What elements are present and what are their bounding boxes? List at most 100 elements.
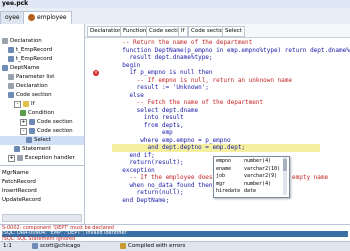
code-line[interactable]: result := 'Unknown';: [115, 84, 209, 92]
tree-item[interactable]: Code section: [0, 91, 84, 100]
tab-strip: oyee employee: [0, 8, 350, 25]
title-bar: yee.pck: [0, 0, 350, 8]
tree-item[interactable]: DeptName: [0, 64, 84, 73]
autocomplete-item[interactable]: mgr number(4): [214, 181, 282, 189]
condition-icon: [20, 109, 26, 116]
tree-item[interactable]: Condition: [0, 109, 84, 118]
if-icon: [23, 100, 29, 107]
program-unit-item[interactable]: InsertRecord: [0, 187, 37, 196]
tree-item[interactable]: - If: [0, 100, 84, 109]
tree-item-label: t_EmpRecord: [16, 56, 53, 62]
code-comment-line[interactable]: -- If empno is null, return an unknown n…: [115, 77, 292, 85]
tree-item-label: Select: [34, 137, 51, 143]
window-title: yee.pck: [2, 0, 29, 7]
column-type: number(4): [244, 158, 272, 164]
tree-item-label: Parameter list: [16, 74, 55, 80]
scroll-thumb[interactable]: [283, 159, 287, 171]
panel-divider: [0, 165, 84, 166]
column-name: job: [216, 173, 226, 180]
tab-label: employee: [37, 14, 67, 21]
column-name: hiredate: [216, 188, 241, 195]
code-line[interactable]: function DeptName(p_empno in emp.empno%t…: [115, 47, 350, 55]
tree-item[interactable]: Statement: [0, 145, 84, 154]
folder-icon: [2, 37, 8, 44]
code-line[interactable]: return(result);: [115, 159, 183, 167]
tree-item[interactable]: + Exception handler: [0, 154, 84, 163]
code-line[interactable]: begin: [115, 62, 140, 70]
code-outline-tree[interactable]: Declaration t_EmpRecord t_EmpRecord DeptNam…: [0, 24, 85, 224]
code-line[interactable]: if p_empno is null then: [115, 69, 212, 77]
editor-breadcrumb-toolbar: Declaration Function Code section If Code se…: [85, 24, 350, 38]
collapse-icon[interactable]: -: [20, 128, 27, 135]
code-line[interactable]: and dept.deptno = emp.dept;: [112, 144, 320, 152]
breadcrumb-button-5[interactable]: Select: [222, 26, 245, 37]
code-line[interactable]: end DeptName;: [115, 197, 169, 205]
tree-item[interactable]: Declaration: [0, 82, 84, 91]
code-line[interactable]: into result: [115, 114, 184, 122]
column-type: date: [244, 188, 257, 195]
list-icon: [8, 73, 14, 80]
column-type: varchar2(10): [244, 165, 281, 172]
outline-horizontal-scrollbar[interactable]: [2, 214, 82, 222]
package-icon: [28, 14, 35, 21]
collapse-icon[interactable]: -: [14, 101, 21, 108]
tree-item[interactable]: Select: [0, 136, 84, 145]
code-line[interactable]: from depts,: [115, 122, 184, 130]
program-unit-item[interactable]: FetchRecord: [0, 178, 36, 187]
tree-item-label: Declaration: [10, 38, 42, 44]
tree-item-label: Code section: [37, 128, 73, 134]
tree-item[interactable]: t_EmpRecord: [0, 46, 84, 55]
type-icon: [8, 55, 14, 62]
compile-warning-icon: [120, 242, 126, 249]
connection-label: scott@chicago: [40, 243, 81, 249]
tab-employee[interactable]: employee: [23, 11, 72, 24]
type-icon: [8, 46, 14, 53]
code-comment-line[interactable]: -- Return the name of the department: [115, 39, 252, 47]
code-line[interactable]: result dept.dname%type;: [115, 54, 212, 62]
expand-icon[interactable]: +: [8, 155, 15, 162]
handler-icon: [17, 154, 23, 161]
database-icon: [32, 242, 38, 249]
autocomplete-item[interactable]: job varchar2(9): [214, 173, 282, 181]
code-line[interactable]: exception: [115, 167, 155, 175]
autocomplete-popup[interactable]: empno number(4) ename varchar2(10) job varcha…: [213, 156, 290, 198]
compile-label: Compiled with errors: [128, 243, 186, 249]
tree-item-label: Declaration: [16, 83, 48, 89]
breadcrumb-button-3[interactable]: If: [178, 26, 188, 37]
compiler-messages: S-0002: component 'DEPT' must be declare…: [0, 224, 350, 242]
program-unit-item[interactable]: UpdateRecord: [0, 196, 41, 205]
code-line[interactable]: return(null);: [115, 189, 184, 197]
tab-label: oyee: [5, 14, 20, 21]
tree-item-label: DeptName: [10, 65, 40, 71]
tree-item[interactable]: t_EmpRecord: [0, 55, 84, 64]
tree-item[interactable]: Parameter list: [0, 73, 84, 82]
code-line[interactable]: select dept.dname: [115, 107, 198, 115]
column-name: empno: [216, 158, 232, 164]
code-line[interactable]: emp: [115, 129, 173, 137]
tree-item[interactable]: - Code section: [0, 127, 84, 136]
autocomplete-item[interactable]: ename varchar2(10): [214, 166, 282, 174]
expand-icon[interactable]: +: [20, 119, 27, 126]
folder-icon: [8, 82, 14, 89]
code-line[interactable]: when no_data_found then: [115, 182, 212, 190]
code-icon: [29, 118, 35, 125]
error-marker-icon[interactable]: ×: [93, 69, 99, 76]
autocomplete-scrollbar[interactable]: [283, 157, 287, 195]
code-line[interactable]: else: [115, 92, 143, 100]
tree-item-label: Condition: [28, 110, 55, 116]
tree-item[interactable]: + Code section: [0, 118, 84, 127]
code-comment-line[interactable]: -- Fetch the name of the department: [115, 99, 263, 107]
tree-item-label: Code section: [37, 119, 73, 125]
column-name: ename: [216, 165, 232, 172]
line-gutter: ×: [85, 38, 112, 224]
breadcrumb-button-1[interactable]: Function: [120, 26, 150, 37]
tree-item[interactable]: Declaration: [0, 37, 84, 46]
program-unit-item[interactable]: MgrName: [0, 169, 29, 178]
autocomplete-item[interactable]: hiredate date: [214, 188, 282, 196]
code-icon: [8, 91, 14, 98]
code-line[interactable]: where emp.empno = p_empno: [115, 137, 230, 145]
code-line[interactable]: end if;: [115, 152, 154, 160]
tree-item-label: If: [31, 101, 35, 107]
tab-oyee[interactable]: oyee: [0, 11, 25, 24]
autocomplete-item[interactable]: empno number(4): [214, 158, 282, 166]
